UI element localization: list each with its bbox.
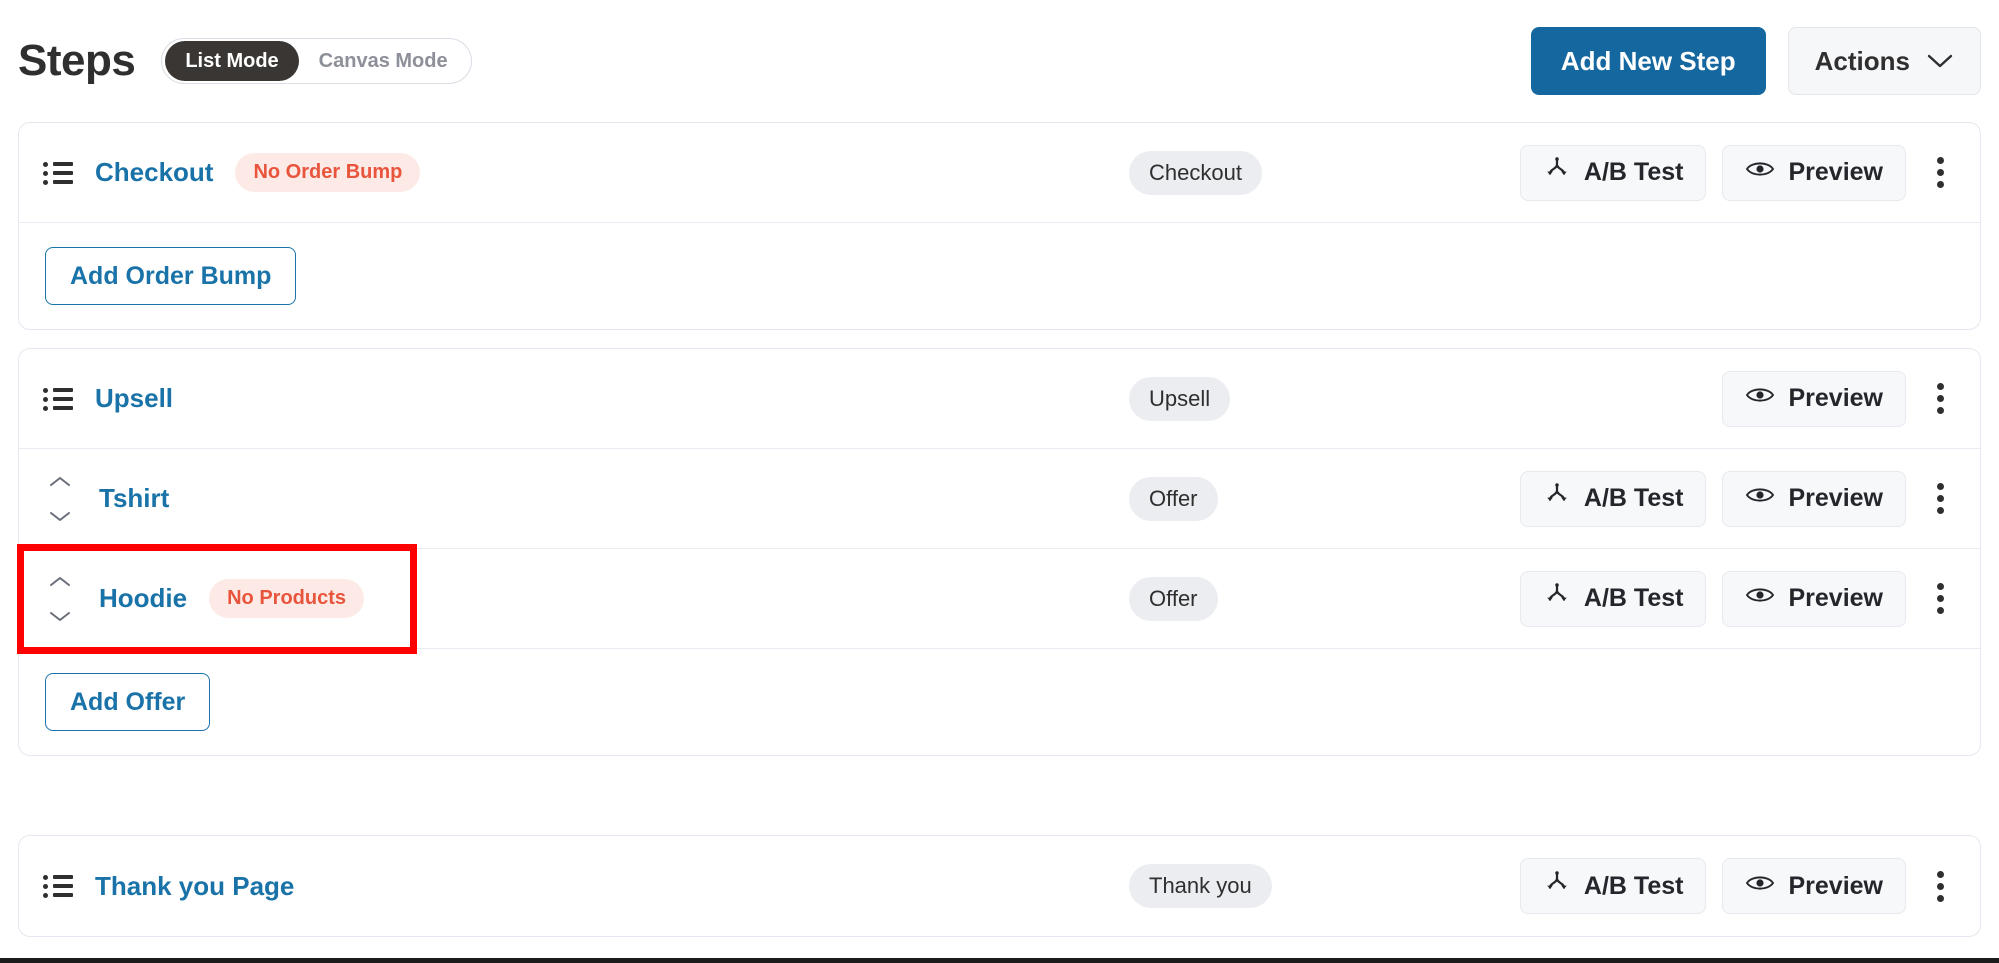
step-row-actions: A/B Test Preview	[1519, 836, 1958, 936]
step-type-column: Upsell	[1129, 376, 1449, 421]
step-row-left: Checkout No Order Bump	[19, 153, 1129, 192]
step-name-link[interactable]: Checkout	[95, 157, 213, 188]
preview-button-label: Preview	[1788, 384, 1883, 412]
eye-icon	[1745, 584, 1775, 613]
more-vertical-icon[interactable]	[1922, 145, 1958, 201]
step-row-left: Thank you Page	[19, 871, 1129, 902]
step-row: Upsell Upsell Preview	[19, 349, 1980, 449]
page-title: Steps	[18, 36, 136, 85]
sort-up-down-icon[interactable]	[43, 476, 77, 522]
step-name-link[interactable]: Thank you Page	[95, 871, 294, 902]
step-name-link[interactable]: Hoodie	[99, 583, 187, 614]
tab-list-mode[interactable]: List Mode	[165, 41, 299, 81]
header-actions: Add New Step Actions	[1530, 27, 1981, 95]
step-row-left: Upsell	[19, 383, 1129, 414]
sort-up-down-icon[interactable]	[43, 576, 77, 622]
ab-test-button[interactable]: A/B Test	[1519, 470, 1707, 527]
ab-test-button[interactable]: A/B Test	[1519, 858, 1707, 914]
step-type-badge: Checkout	[1129, 150, 1262, 195]
more-vertical-icon[interactable]	[1922, 371, 1958, 427]
step-type-column: Offer	[1129, 576, 1449, 621]
step-row-actions: A/B Test Preview	[1519, 123, 1958, 222]
step-name-link[interactable]: Upsell	[95, 383, 173, 414]
more-vertical-icon[interactable]	[1922, 571, 1958, 627]
actions-dropdown-button[interactable]: Actions	[1787, 27, 1981, 95]
preview-button[interactable]: Preview	[1722, 570, 1906, 627]
card-action-row: Add Offer	[19, 649, 1980, 755]
step-name-link[interactable]: Tshirt	[99, 483, 169, 514]
checkout-card: Checkout No Order Bump Checkout A/B Test Pre…	[18, 122, 1981, 330]
eye-icon	[1745, 384, 1775, 413]
step-type-badge: Offer	[1129, 576, 1218, 621]
thank-you-card: Thank you Page Thank you A/B Test Preview	[18, 835, 1981, 937]
ab-test-button-label: A/B Test	[1583, 158, 1684, 186]
list-icon	[43, 160, 73, 186]
more-vertical-icon[interactable]	[1922, 858, 1958, 914]
list-icon	[43, 873, 73, 899]
bottom-divider	[0, 958, 1999, 963]
tab-canvas-mode[interactable]: Canvas Mode	[299, 41, 468, 81]
preview-button-label: Preview	[1788, 484, 1883, 512]
step-row-actions: A/B Test Preview	[1519, 449, 1958, 548]
preview-button[interactable]: Preview	[1722, 470, 1906, 527]
warning-badge: No Products	[209, 579, 365, 618]
preview-button[interactable]: Preview	[1722, 858, 1906, 914]
actions-label: Actions	[1814, 45, 1910, 76]
step-row: Checkout No Order Bump Checkout A/B Test Pre…	[19, 123, 1980, 223]
ab-test-button-label: A/B Test	[1583, 871, 1684, 900]
add-new-step-button[interactable]: Add New Step	[1530, 27, 1766, 95]
preview-button[interactable]: Preview	[1722, 144, 1906, 201]
chevron-down-icon	[1926, 46, 1954, 77]
steps-page: Steps List Mode Canvas Mode Add New Step…	[0, 0, 1999, 963]
step-row-left: Hoodie No Products	[19, 576, 1129, 622]
card-action-row: Add Order Bump	[19, 223, 1980, 329]
eye-icon	[1745, 484, 1775, 513]
add-order-bump-button[interactable]: Add Order Bump	[45, 247, 297, 305]
ab-test-button-label: A/B Test	[1583, 484, 1684, 512]
step-type-column: Checkout	[1129, 150, 1449, 195]
step-row: Thank you Page Thank you A/B Test Preview	[19, 836, 1980, 936]
step-type-badge: Thank you	[1129, 864, 1272, 908]
ab-test-button[interactable]: A/B Test	[1519, 144, 1707, 201]
split-branch-icon	[1543, 869, 1571, 904]
more-vertical-icon[interactable]	[1922, 471, 1958, 527]
step-type-column: Offer	[1129, 476, 1449, 521]
view-mode-toggle[interactable]: List Mode Canvas Mode	[161, 38, 472, 84]
preview-button[interactable]: Preview	[1722, 370, 1906, 427]
page-header: Steps List Mode Canvas Mode Add New Step…	[0, 0, 1999, 122]
step-row-left: Tshirt	[19, 476, 1129, 522]
preview-button-label: Preview	[1788, 871, 1883, 900]
step-type-badge: Upsell	[1129, 376, 1231, 421]
upsell-card: Upsell Upsell Preview Tshirt Offer A/B Test Pr…	[18, 348, 1981, 756]
split-branch-icon	[1543, 155, 1571, 190]
split-branch-icon	[1543, 481, 1571, 516]
step-type-column: Thank you	[1129, 864, 1449, 908]
step-row-actions: A/B Test Preview	[1519, 549, 1958, 648]
step-row: Tshirt Offer A/B Test Preview	[19, 449, 1980, 549]
eye-icon	[1745, 158, 1775, 187]
eye-icon	[1745, 872, 1775, 901]
list-icon	[43, 386, 73, 412]
add-offer-button[interactable]: Add Offer	[45, 673, 211, 731]
step-row-actions: Preview	[1722, 349, 1958, 448]
warning-badge: No Order Bump	[235, 153, 421, 192]
preview-button-label: Preview	[1788, 584, 1883, 612]
ab-test-button[interactable]: A/B Test	[1519, 570, 1707, 627]
step-row: Hoodie No Products Offer A/B Test Preview	[19, 549, 1980, 649]
split-branch-icon	[1543, 581, 1571, 616]
preview-button-label: Preview	[1788, 158, 1883, 186]
step-type-badge: Offer	[1129, 476, 1218, 521]
ab-test-button-label: A/B Test	[1583, 584, 1684, 612]
